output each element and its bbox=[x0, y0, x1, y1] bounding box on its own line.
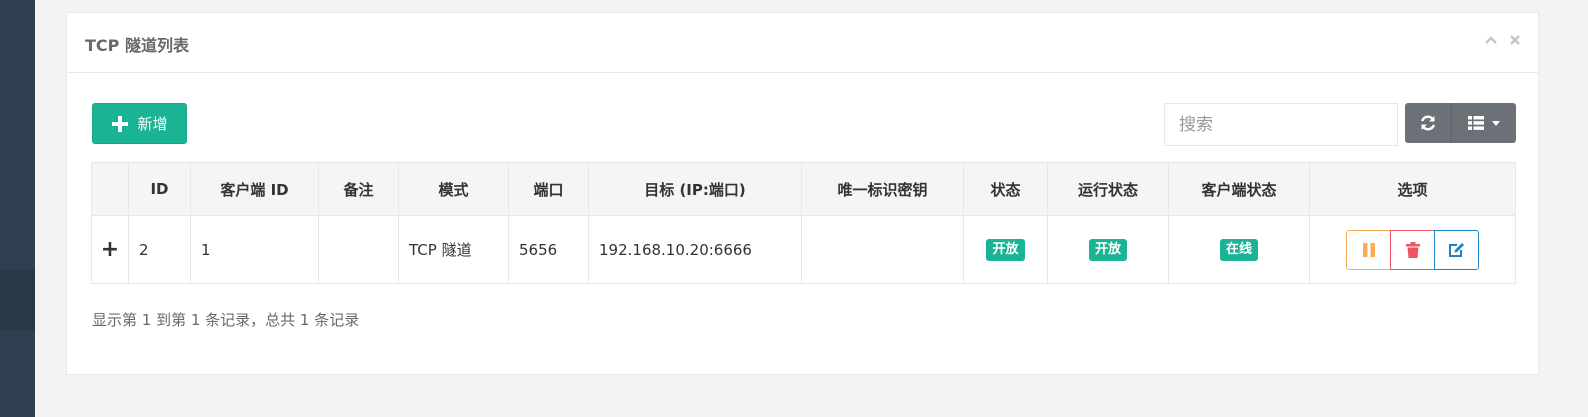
header-id[interactable]: ID bbox=[128, 162, 191, 216]
delete-button[interactable] bbox=[1390, 229, 1435, 270]
refresh-button[interactable] bbox=[1405, 103, 1452, 143]
sidebar-active-item[interactable] bbox=[0, 270, 35, 330]
header-options: 选项 bbox=[1309, 162, 1516, 216]
status-badge: 开放 bbox=[986, 238, 1025, 261]
pagination-info: 显示第 1 到第 1 条记录，总共 1 条记录 bbox=[92, 311, 360, 329]
list-icon bbox=[1468, 116, 1484, 130]
add-button-label: 新增 bbox=[137, 115, 168, 133]
cell-client-id: 1 bbox=[190, 215, 319, 284]
columns-dropdown-button[interactable] bbox=[1452, 103, 1516, 143]
caret-down-icon bbox=[1492, 120, 1500, 126]
header-remark[interactable]: 备注 bbox=[318, 162, 399, 216]
add-button[interactable]: 新增 bbox=[92, 103, 187, 144]
panel-title: TCP 隧道列表 bbox=[85, 36, 189, 55]
header-expand bbox=[91, 162, 129, 216]
search-input[interactable] bbox=[1164, 103, 1398, 146]
sidebar bbox=[0, 0, 35, 417]
tunnel-list-panel: TCP 隧道列表 新增 搜索 ID 客户端 ID 备注 模式 端口 目标 (IP… bbox=[66, 12, 1539, 375]
pause-icon bbox=[1362, 242, 1375, 257]
plus-icon bbox=[112, 115, 129, 132]
cell-port: 5656 bbox=[508, 215, 589, 284]
trash-icon bbox=[1405, 241, 1420, 258]
header-client-status[interactable]: 客户端状态 bbox=[1168, 162, 1310, 216]
table-row: + 2 1 TCP 隧道 5656 192.168.10.20:6666 开放 … bbox=[91, 215, 1516, 284]
chevron-up-icon[interactable] bbox=[1484, 33, 1498, 47]
cell-client-status: 在线 bbox=[1168, 215, 1310, 284]
panel-tools bbox=[1484, 33, 1522, 47]
panel-header: TCP 隧道列表 bbox=[67, 13, 1538, 73]
close-icon[interactable] bbox=[1508, 33, 1522, 47]
cell-options bbox=[1309, 215, 1516, 284]
client-status-badge: 在线 bbox=[1219, 238, 1258, 261]
header-client-id[interactable]: 客户端 ID bbox=[190, 162, 319, 216]
tunnel-table: ID 客户端 ID 备注 模式 端口 目标 (IP:端口) 唯一标识密钥 状态 … bbox=[91, 162, 1516, 284]
edit-icon bbox=[1449, 242, 1464, 257]
header-mode[interactable]: 模式 bbox=[398, 162, 509, 216]
row-actions bbox=[1346, 229, 1479, 270]
pause-button[interactable] bbox=[1346, 229, 1391, 270]
expand-row-icon[interactable]: + bbox=[91, 215, 129, 284]
cell-id: 2 bbox=[128, 215, 191, 284]
cell-run-status: 开放 bbox=[1047, 215, 1169, 284]
header-run-status[interactable]: 运行状态 bbox=[1047, 162, 1169, 216]
cell-remark bbox=[318, 215, 399, 284]
edit-button[interactable] bbox=[1434, 229, 1479, 270]
header-status[interactable]: 状态 bbox=[963, 162, 1048, 216]
header-key[interactable]: 唯一标识密钥 bbox=[801, 162, 964, 216]
refresh-icon bbox=[1420, 115, 1436, 131]
run-status-badge: 开放 bbox=[1088, 238, 1127, 261]
table-header-row: ID 客户端 ID 备注 模式 端口 目标 (IP:端口) 唯一标识密钥 状态 … bbox=[91, 162, 1516, 216]
cell-key bbox=[801, 215, 964, 284]
header-port[interactable]: 端口 bbox=[508, 162, 589, 216]
cell-mode: TCP 隧道 bbox=[398, 215, 509, 284]
header-target[interactable]: 目标 (IP:端口) bbox=[588, 162, 802, 216]
cell-target: 192.168.10.20:6666 bbox=[588, 215, 802, 284]
table-toolbar bbox=[1405, 103, 1516, 143]
cell-status: 开放 bbox=[963, 215, 1048, 284]
